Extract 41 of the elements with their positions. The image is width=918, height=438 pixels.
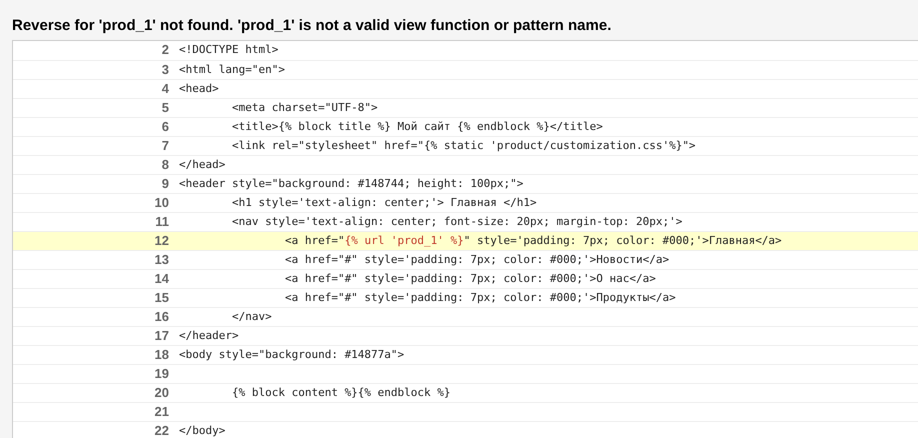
line-number: 22 <box>154 422 169 438</box>
line-number: 20 <box>154 384 169 400</box>
line-number: 16 <box>154 308 169 324</box>
code-line: <html lang="en"> <box>179 62 285 76</box>
code-line: <title>{% block title %} Мой сайт {% endblock %}</title> <box>230 120 603 132</box>
line-number: 14 <box>154 270 169 286</box>
code-line: {% block content %}{% endblock %} <box>230 386 451 398</box>
line-number: 15 <box>154 290 169 304</box>
line-number: 2 <box>162 42 169 58</box>
line-number: 11 <box>155 214 169 228</box>
line-number: 3 <box>162 62 169 76</box>
code-line: <nav style='text-align: center; font-size: 20px; margin-top: 20px;'> <box>230 214 682 228</box>
line-number: 5 <box>162 100 169 114</box>
code-line: <header style="background: #148744; height: 100px;"> <box>179 176 524 190</box>
code-line: <!DOCTYPE html> <box>179 43 278 56</box>
code-line: <a href="{% url 'prod_1' %}" style='padding: 7px; color: #000;'>Главная</a> <box>284 234 782 246</box>
line-number: 19 <box>154 366 169 380</box>
line-number: 17 <box>154 328 169 342</box>
line-number: 4 <box>162 80 169 96</box>
line-number: 6 <box>162 118 169 134</box>
line-number: 12 <box>154 232 169 248</box>
code-line: <a href="#" style='padding: 7px; color: #000;'>Продукты</a> <box>284 290 676 304</box>
code-line: <a href="#" style='padding: 7px; color: #000;'>О нас</a> <box>284 272 656 284</box>
line-number: 8 <box>162 156 169 172</box>
code-line: </nav> <box>230 310 272 322</box>
code-line: <body style="background: #14877a"> <box>179 348 404 360</box>
line-number: 13 <box>154 252 169 266</box>
code-line: <link rel="stylesheet" href="{% static 'product/customization.css'%}"> <box>230 138 696 152</box>
code-line: <h1 style='text-align: center;'> Главная </h1> <box>230 196 537 208</box>
line-number: 18 <box>154 346 169 362</box>
line-number: 10 <box>154 194 169 210</box>
code-line: </head> <box>179 158 226 170</box>
line-number: 7 <box>162 138 169 152</box>
code-line: </header> <box>179 328 239 342</box>
code-line: <head> <box>179 82 219 94</box>
error-heading: Reverse for 'prod_1' not found. 'prod_1' is not a valid view function or pattern name. <box>12 17 612 35</box>
line-number: 9 <box>162 176 169 190</box>
line-number: 21 <box>154 404 169 418</box>
code-line: </body> <box>179 424 226 436</box>
code-line: <a href="#" style='padding: 7px; color: #000;'>Новости</a> <box>284 252 670 266</box>
code-line: <meta charset="UTF-8"> <box>230 100 378 114</box>
